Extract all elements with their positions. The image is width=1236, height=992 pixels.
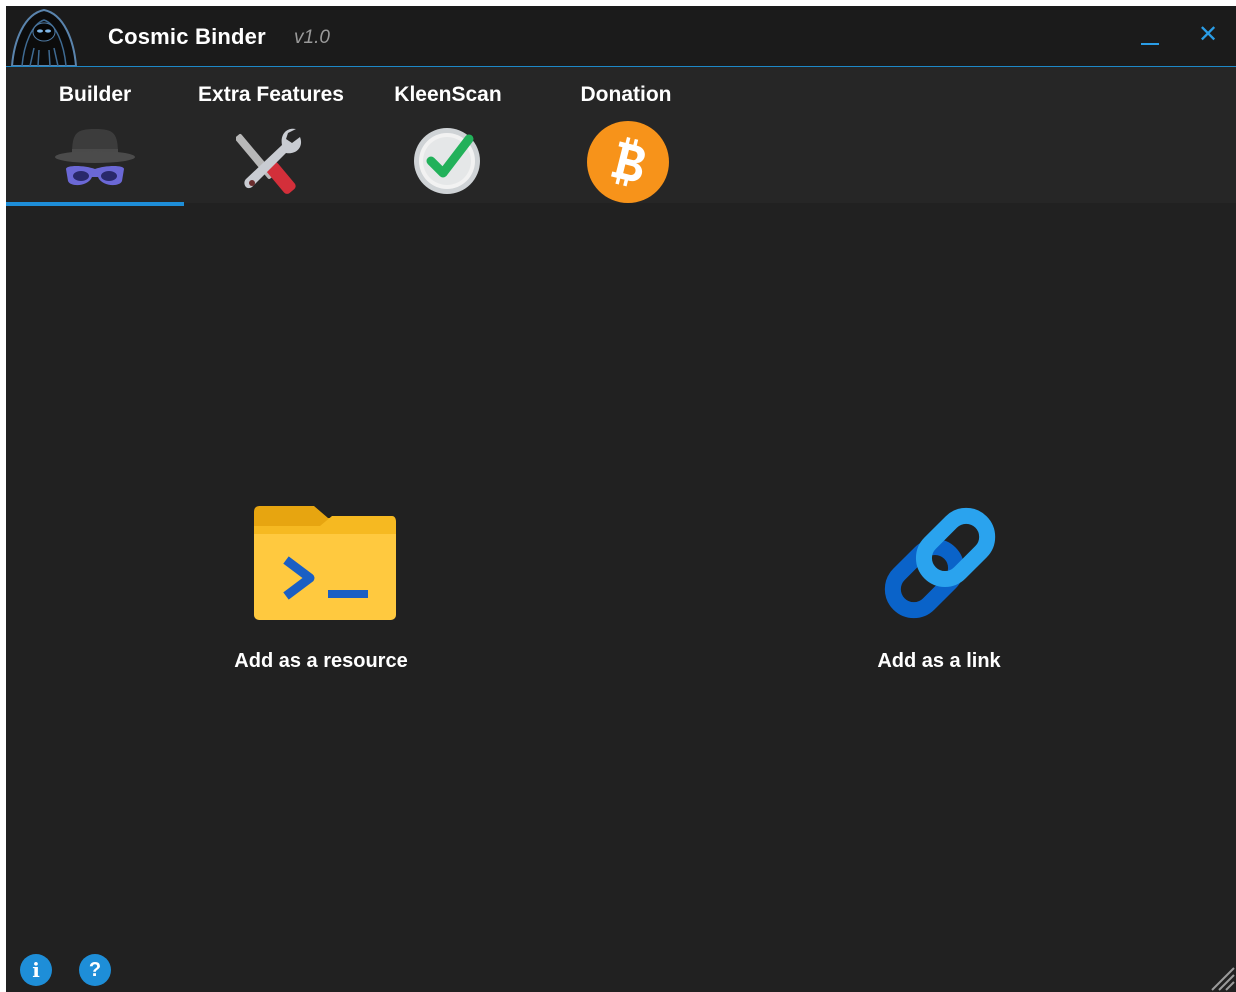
check-clock-icon — [414, 128, 480, 194]
add-as-link-button[interactable]: Add as a link — [854, 494, 1024, 676]
tab-kleenscan-label: KleenScan — [394, 83, 502, 106]
add-as-resource-label: Add as a resource — [234, 650, 408, 672]
tab-donation-label: Donation — [580, 83, 672, 106]
tab-builder-label: Builder — [58, 83, 132, 106]
tab-extra-features[interactable]: Extra Features — [186, 67, 356, 207]
app-version: v1.0 — [294, 27, 330, 48]
help-icon: ? — [88, 958, 102, 981]
tools-icon — [236, 128, 302, 194]
close-button[interactable]: ✕ — [1190, 16, 1226, 52]
chain-link-icon — [884, 507, 996, 619]
add-as-link-label: Add as a link — [877, 650, 1001, 672]
tab-donation[interactable]: Donation — [556, 67, 696, 207]
tab-builder[interactable]: Builder — [6, 67, 184, 207]
minimize-button[interactable] — [1132, 16, 1168, 52]
app-window: Cosmic Binder v1.0 ✕ Builder Extra Featu… — [6, 6, 1236, 992]
selected-tab-indicator — [6, 202, 184, 206]
info-button[interactable]: i — [20, 954, 52, 986]
title-bar[interactable]: Cosmic Binder v1.0 ✕ — [6, 6, 1236, 67]
hooded-hacker-logo-icon — [10, 8, 78, 66]
terminal-folder-icon — [254, 506, 396, 620]
resize-grip-icon[interactable] — [1208, 962, 1236, 992]
add-as-resource-button[interactable]: Add as a resource — [216, 496, 426, 676]
bitcoin-icon — [587, 121, 669, 203]
tab-bar: Builder Extra Features KleenScan Donatio… — [6, 67, 1236, 206]
close-icon: ✕ — [1197, 20, 1219, 48]
tab-extra-features-label: Extra Features — [198, 83, 344, 106]
info-icon: i — [32, 958, 40, 982]
incognito-hat-icon — [55, 129, 135, 186]
help-button[interactable]: ? — [79, 954, 111, 986]
tab-kleenscan[interactable]: KleenScan — [381, 67, 515, 207]
app-title: Cosmic Binder — [108, 24, 266, 49]
minimize-icon — [1141, 43, 1159, 45]
